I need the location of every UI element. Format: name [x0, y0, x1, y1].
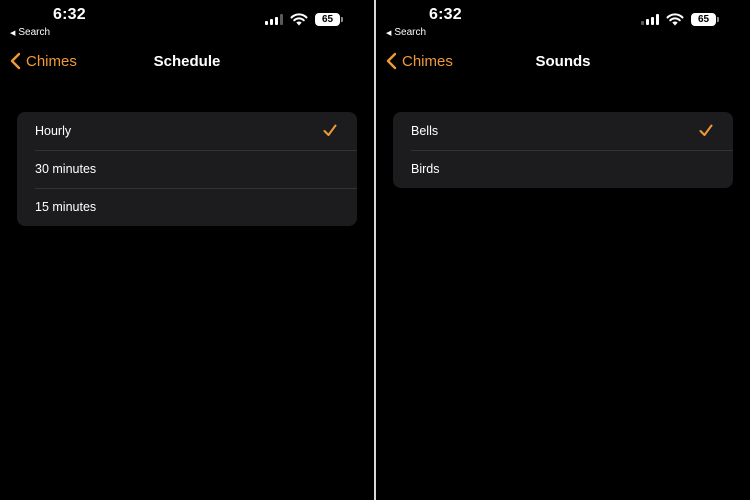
schedule-options-list: Hourly 30 minutes 15 minutes — [17, 112, 357, 226]
sounds-screen: 6:32 ◀ Search 65 Chimes Sounds Bells Bir… — [376, 0, 750, 500]
wifi-icon — [666, 13, 684, 26]
status-icons: 65 — [641, 13, 719, 26]
cellular-signal-icon — [641, 14, 659, 25]
option-label: 30 minutes — [35, 162, 97, 176]
battery-icon: 65 — [691, 13, 719, 26]
option-label: 15 minutes — [35, 200, 97, 214]
schedule-screen: 6:32 ◀ Search 65 Chimes Schedule Hourly … — [0, 0, 374, 500]
back-to-search-link[interactable]: ◀ Search — [10, 27, 50, 38]
back-to-search-link[interactable]: ◀ Search — [386, 27, 426, 38]
status-time: 6:32 — [53, 6, 86, 23]
sound-options-list: Bells Birds — [393, 112, 733, 188]
option-bells[interactable]: Bells — [393, 112, 733, 150]
status-time: 6:32 — [429, 6, 462, 23]
checkmark-icon — [699, 124, 713, 136]
option-hourly[interactable]: Hourly — [17, 112, 357, 150]
page-title: Schedule — [153, 53, 221, 70]
triangle-left-icon: ◀ — [10, 29, 16, 37]
wifi-icon — [290, 13, 308, 26]
back-to-search-label: Search — [394, 27, 427, 38]
option-label: Hourly — [35, 124, 72, 138]
back-to-search-label: Search — [18, 27, 51, 38]
option-label: Birds — [411, 162, 440, 176]
option-birds[interactable]: Birds — [393, 150, 733, 188]
cellular-signal-icon — [265, 14, 283, 25]
checkmark-icon — [323, 124, 337, 136]
option-15-minutes[interactable]: 15 minutes — [17, 188, 357, 226]
screenshot-pair: 6:32 ◀ Search 65 Chimes Schedule Hourly … — [0, 0, 750, 500]
page-title: Sounds — [535, 53, 591, 70]
option-30-minutes[interactable]: 30 minutes — [17, 150, 357, 188]
triangle-left-icon: ◀ — [386, 29, 392, 37]
status-icons: 65 — [265, 13, 343, 26]
battery-icon: 65 — [315, 13, 343, 26]
option-label: Bells — [411, 124, 439, 138]
